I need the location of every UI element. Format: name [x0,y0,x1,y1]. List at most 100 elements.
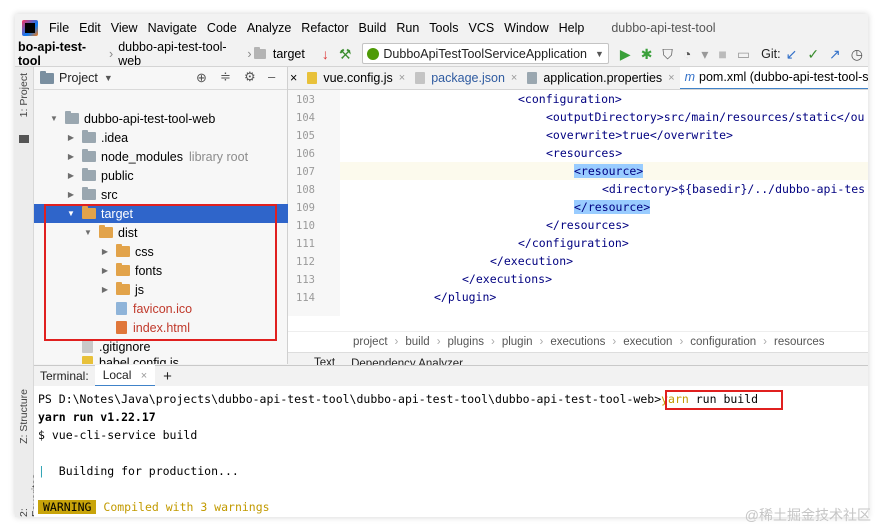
menu-analyze[interactable]: Analyze [242,21,296,35]
collapsed-arrow-icon[interactable]: ▶ [65,133,77,142]
project-tool-button[interactable]: 1: Project [18,73,30,117]
breadcrumb-root[interactable]: bo-api-test-tool [15,40,107,68]
xml-crumb[interactable]: project [348,336,393,348]
tab-label: pom.xml (dubbo-api-test-tool-s [699,70,868,84]
prompt-path: PS D:\Notes\Java\projects\dubbo-api-test… [38,392,662,406]
xml-crumb[interactable]: execution [618,336,677,348]
xml-crumb[interactable]: configuration [685,336,761,348]
folder-icon [82,187,96,200]
editor-area: × vue.config.js × package.json × applica… [288,67,868,376]
properties-file-icon [527,72,538,84]
menu-build[interactable]: Build [354,21,392,35]
folder-icon [82,168,96,181]
menu-edit[interactable]: Edit [74,21,106,35]
menu-tools[interactable]: Tools [424,21,463,35]
menu-run[interactable]: Run [391,21,424,35]
xml-crumb[interactable]: resources [769,336,830,348]
expanded-arrow-icon[interactable]: ▼ [48,114,60,123]
tab-pom-xml[interactable]: m pom.xml (dubbo-api-test-tool-s [679,67,868,89]
close-icon[interactable]: × [668,72,674,84]
code-editor[interactable]: <configuration> <outputDirectory>src/mai… [340,90,868,316]
tree-item-src[interactable]: ▶ src [34,185,318,204]
xml-crumb[interactable]: executions [545,336,610,348]
terminal-label: Terminal: [40,369,89,383]
project-folder-icon [19,135,29,143]
project-view-select[interactable]: Project [59,71,98,85]
structure-tool-button[interactable]: Z: Structure [18,389,30,444]
menu-vcs[interactable]: VCS [463,21,499,35]
code-line: </resource> [574,200,651,214]
menu-refactor[interactable]: Refactor [296,21,353,35]
tree-item-node-modules[interactable]: ▶ node_modules library root [34,147,318,166]
breadcrumb-module[interactable]: dubbo-api-test-tool-web [115,40,245,68]
locate-target-icon[interactable]: ⊕ [196,70,207,86]
tab-scroll-left-icon[interactable]: × [288,67,302,89]
warning-badge: WARNING [38,500,97,514]
code-line: <configuration> [518,92,622,106]
stop-icon[interactable]: ■ [718,47,726,61]
coverage-icon[interactable]: ⛉ [662,47,673,61]
code-line: </execution> [490,254,574,268]
git-commit-check-icon[interactable]: ✓ [807,47,819,61]
code-line: <resources> [546,146,623,160]
watermark: @稀土掘金技术社区 [744,507,871,523]
close-icon[interactable]: × [511,72,517,84]
line-number: 106 [296,148,315,160]
collapsed-arrow-icon[interactable]: ▶ [65,152,77,161]
collapsed-arrow-icon[interactable]: ▶ [65,190,77,199]
git-update-icon[interactable]: ↙ [786,47,798,61]
hammer-build-icon[interactable]: ⚒ [339,47,352,61]
tab-application-properties[interactable]: application.properties × [522,67,679,89]
menu-code[interactable]: Code [202,21,242,35]
line-number: 104 [296,112,315,124]
menu-navigate[interactable]: Navigate [143,21,202,35]
profile-icon[interactable]: ◔ [683,47,691,61]
breadcrumb-separator: › [679,336,684,348]
collapsed-arrow-icon[interactable]: ▶ [65,171,77,180]
more-run-chevron-icon[interactable]: ▾ [701,47,708,61]
breadcrumb-folder[interactable]: target [270,47,308,61]
settings-gear-icon[interactable]: ⚙ [244,69,256,85]
xml-crumb[interactable]: plugin [497,336,538,348]
spring-boot-icon [367,47,380,60]
window-title: dubbo-api-test-tool [611,20,716,35]
project-view-icon [40,70,54,84]
close-icon[interactable]: × [399,72,405,84]
add-terminal-button[interactable]: + [155,368,180,385]
history-clock-icon[interactable]: ◷ [851,47,863,61]
chevron-down-icon[interactable]: ▼ [104,73,113,83]
terminal-tab-local[interactable]: Local × [94,365,156,387]
tree-label: node_modules [101,149,184,164]
tree-item-web-module[interactable]: ▼ dubbo-api-test-tool-web [34,109,301,128]
run-icon[interactable]: ▶ [620,47,631,61]
git-push-icon[interactable]: ↗ [829,47,841,61]
debug-icon[interactable]: ✱ [641,47,653,61]
terminal-line: | Building for production... [38,464,239,478]
tab-vue-config[interactable]: vue.config.js × [302,67,410,89]
line-number: 110 [296,220,315,232]
hide-panel-icon[interactable]: – [268,69,275,84]
xml-crumb[interactable]: plugins [443,336,489,348]
download-arrow-icon[interactable]: ↓ [322,47,329,61]
tree-item-idea[interactable]: ▶ .idea [34,128,318,147]
menu-file[interactable]: File [44,21,74,35]
intellij-logo-icon [22,19,38,36]
code-line: <resource> [574,164,644,178]
building-text: Building for production... [44,464,239,478]
tree-label: .idea [101,130,129,145]
menu-view[interactable]: View [106,21,143,35]
menu-help[interactable]: Help [554,21,590,35]
xml-crumb[interactable]: build [400,336,434,348]
close-icon[interactable]: × [141,370,147,382]
ide-window: File Edit View Navigate Code Analyze Ref… [15,14,868,517]
build-project-icon[interactable]: ▭ [737,47,750,61]
collapse-all-icon[interactable]: ≑ [220,69,231,85]
tree-item-public[interactable]: ▶ public [34,166,318,185]
progress-bar-char: | [38,464,45,478]
terminal-line: yarn run v1.22.17 [38,410,156,424]
editor-tabs: × vue.config.js × package.json × applica… [288,67,868,90]
tab-package-json[interactable]: package.json × [410,67,522,89]
terminal-output[interactable]: PS D:\Notes\Java\projects\dubbo-api-test… [34,386,868,517]
menu-window[interactable]: Window [499,21,553,35]
run-config-select[interactable]: DubboApiTestToolServiceApplication ▼ [362,43,609,64]
